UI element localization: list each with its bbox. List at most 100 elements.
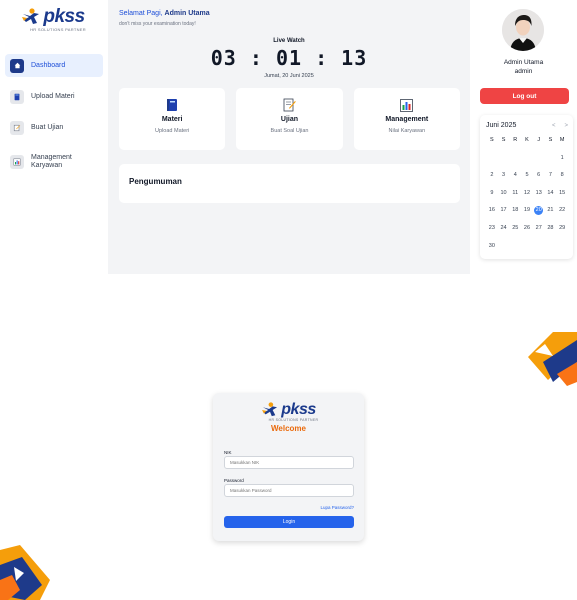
calendar-day[interactable]: 30 bbox=[486, 242, 498, 250]
calendar-weekday: S bbox=[501, 137, 506, 143]
greeting: Selamat Pagi, Admin Utama bbox=[119, 10, 210, 17]
brand-name: pkss bbox=[43, 6, 85, 27]
sidebar-item-upload-materi[interactable]: Upload Materi bbox=[5, 85, 103, 108]
calendar-empty-cell bbox=[509, 154, 521, 162]
calendar-day[interactable]: 25 bbox=[509, 224, 521, 232]
announcement-panel: Pengumuman bbox=[119, 164, 460, 203]
calendar-day[interactable]: 1 bbox=[556, 154, 568, 162]
live-date: Jumat, 20 Juni 2025 bbox=[264, 73, 314, 79]
book-icon bbox=[165, 98, 179, 112]
login-brand-logo: pkss HR SOLUTIONS PARTNER bbox=[213, 402, 364, 422]
calendar-day[interactable]: 6 bbox=[533, 171, 545, 179]
calendar-day[interactable]: 4 bbox=[509, 171, 521, 179]
logout-button[interactable]: Log out bbox=[480, 88, 569, 104]
card-title: Materi bbox=[161, 116, 183, 123]
calendar-empty-cell bbox=[498, 154, 510, 162]
calendar-weekday: M bbox=[559, 137, 565, 143]
calendar-day[interactable]: 18 bbox=[509, 206, 521, 214]
live-clock: 03 : 01 : 13 bbox=[210, 46, 368, 70]
calendar-day[interactable]: 8 bbox=[556, 171, 568, 179]
sidebar-item-label: Management Karyawan bbox=[31, 154, 72, 169]
calendar-day[interactable]: 26 bbox=[521, 224, 533, 232]
calendar-day[interactable]: 19 bbox=[521, 206, 533, 214]
calendar-weekday: J bbox=[537, 137, 541, 143]
calendar-day[interactable]: 22 bbox=[556, 206, 568, 214]
welcome-title: Welcome bbox=[271, 424, 306, 433]
brand-tagline: HR SOLUTIONS PARTNER bbox=[30, 27, 86, 32]
calendar-empty-cell bbox=[556, 242, 568, 250]
main-content: Selamat Pagi, Admin Utama don't miss you… bbox=[108, 0, 470, 274]
calendar-day[interactable]: 12 bbox=[521, 189, 533, 197]
home-icon bbox=[10, 58, 24, 73]
sidebar-item-label: Buat Ujian bbox=[31, 124, 64, 131]
calendar-empty-cell bbox=[509, 242, 521, 250]
card-subtitle: Nilai Karyawan bbox=[388, 128, 426, 134]
decorative-shape-bottom-left bbox=[0, 545, 50, 600]
greeting-name: Admin Utama bbox=[164, 10, 210, 17]
calendar-grid: S S R K J S M 1 2 3 4 5 6 7 8 9 10 11 12 13 14 15 16 17 18 19 20 21… bbox=[486, 136, 568, 250]
decorative-shape-top-right bbox=[528, 332, 577, 386]
edit-icon bbox=[10, 120, 24, 135]
profile-name: Admin Utama bbox=[503, 59, 544, 66]
calendar-day[interactable]: 24 bbox=[498, 224, 510, 232]
announcement-title: Pengumuman bbox=[129, 177, 182, 186]
calendar-day[interactable]: 9 bbox=[486, 189, 498, 197]
calendar-day[interactable]: 13 bbox=[533, 189, 545, 197]
calendar-weekday: R bbox=[513, 137, 518, 143]
calendar-empty-cell bbox=[498, 242, 510, 250]
calendar-day[interactable]: 15 bbox=[556, 189, 568, 197]
calendar-day[interactable]: 16 bbox=[486, 206, 498, 214]
brand-logo[interactable]: pkss HR SOLUTIONS PARTNER bbox=[8, 6, 98, 32]
calendar-month: Juni 2025 bbox=[486, 122, 517, 129]
sidebar-item-label: Upload Materi bbox=[31, 93, 75, 100]
login-button[interactable]: Login bbox=[224, 516, 354, 528]
calendar-day-today[interactable]: 20 bbox=[534, 205, 544, 215]
calendar-weekday: K bbox=[525, 137, 529, 143]
card-subtitle: Buat Soal Ujian bbox=[270, 128, 309, 134]
calendar-day[interactable]: 27 bbox=[533, 224, 545, 232]
greeting-prefix: Selamat Pagi, bbox=[119, 10, 165, 17]
calendar-day[interactable]: 3 bbox=[498, 171, 510, 179]
calendar-day[interactable]: 14 bbox=[545, 189, 557, 197]
calendar-weekday: S bbox=[548, 137, 553, 143]
calendar-day[interactable]: 7 bbox=[545, 171, 557, 179]
sidebar-item-management-karyawan[interactable]: Management Karyawan bbox=[5, 147, 103, 177]
calendar-day[interactable]: 11 bbox=[509, 189, 521, 197]
calendar-day[interactable]: 5 bbox=[521, 171, 533, 179]
calendar-day[interactable]: 17 bbox=[498, 206, 510, 214]
sidebar-item-buat-ujian[interactable]: Buat Ujian bbox=[5, 116, 103, 139]
card-subtitle: Upload Materi bbox=[155, 128, 190, 134]
password-label: Password bbox=[224, 478, 244, 483]
calendar-widget: Juni 2025 < > S S R K J S M 1 2 3 4 5 6 7 8 9 10 11 12 13 14… bbox=[480, 115, 573, 259]
book-icon bbox=[10, 89, 24, 104]
nik-label: NIK bbox=[224, 450, 232, 455]
nik-input[interactable] bbox=[224, 456, 354, 469]
chart-icon bbox=[10, 155, 24, 169]
pkss-runner-icon bbox=[22, 8, 40, 24]
card-materi[interactable]: Materi Upload Materi bbox=[119, 88, 226, 150]
calendar-day[interactable]: 28 bbox=[545, 224, 557, 232]
live-watch-label: Live Watch bbox=[273, 38, 305, 44]
card-ujian[interactable]: Ujian Buat Soal Ujian bbox=[236, 88, 343, 150]
calendar-day[interactable]: 29 bbox=[556, 224, 568, 232]
sidebar-item-label: Dashboard bbox=[31, 62, 66, 69]
calendar-day[interactable]: 23 bbox=[486, 224, 498, 232]
avatar[interactable] bbox=[502, 9, 544, 51]
sidebar-item-dashboard[interactable]: Dashboard bbox=[5, 54, 103, 77]
card-title: Management bbox=[385, 116, 429, 123]
bar-chart-icon bbox=[400, 98, 414, 112]
card-title: Ujian bbox=[280, 116, 299, 123]
chevron-right-icon[interactable]: > bbox=[564, 123, 568, 129]
greeting-subtitle: don't miss your examination today! bbox=[119, 21, 196, 27]
sidebar-nav: Dashboard Upload Materi Buat Ujian Manag… bbox=[5, 54, 103, 185]
calendar-empty-cell bbox=[486, 154, 498, 162]
forgot-password-link[interactable]: Lupa Password? bbox=[320, 505, 354, 510]
password-input[interactable] bbox=[224, 484, 354, 497]
calendar-empty-cell bbox=[545, 154, 557, 162]
calendar-day[interactable]: 2 bbox=[486, 171, 498, 179]
calendar-day[interactable]: 21 bbox=[545, 206, 557, 214]
calendar-day[interactable]: 10 bbox=[498, 189, 510, 197]
chevron-left-icon[interactable]: < bbox=[552, 123, 556, 129]
calendar-weekday: S bbox=[490, 137, 494, 143]
card-management[interactable]: Management Nilai Karyawan bbox=[353, 88, 460, 150]
